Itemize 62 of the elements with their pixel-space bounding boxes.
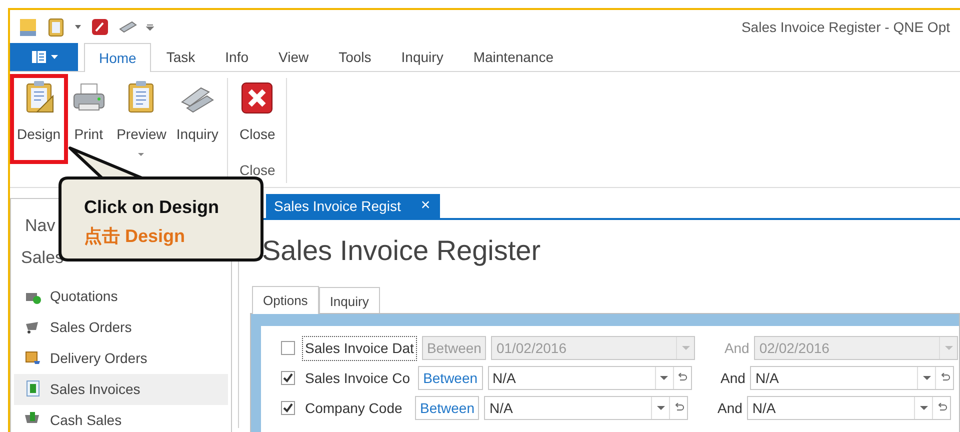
ribbon-tab[interactable]: View bbox=[264, 43, 324, 71]
checkbox[interactable] bbox=[281, 371, 295, 385]
nav-item[interactable]: Delivery Orders bbox=[14, 342, 228, 374]
ribbon-tab[interactable]: Task bbox=[151, 43, 210, 71]
undo-icon bbox=[674, 403, 684, 413]
ribbon-button[interactable]: Close bbox=[236, 78, 278, 160]
undo-icon bbox=[936, 403, 947, 413]
checkbox[interactable] bbox=[281, 341, 295, 355]
ribbon-tab[interactable]: Tools bbox=[324, 43, 386, 71]
ribbon-tab[interactable]: Home bbox=[84, 43, 152, 72]
ribbon-tab[interactable]: Info bbox=[210, 43, 264, 71]
panel-title: Nav bbox=[25, 216, 56, 235]
filter-label: Sales Invoice Co bbox=[304, 368, 412, 388]
section-header: Sales bbox=[21, 248, 64, 267]
filter-label: Company Code bbox=[304, 398, 404, 418]
page-title: Sales Invoice Register bbox=[262, 234, 542, 268]
and-label: And bbox=[720, 368, 746, 388]
caret-icon bbox=[920, 406, 928, 410]
options-tab[interactable]: Options bbox=[252, 286, 319, 314]
caret-icon bbox=[50, 54, 58, 60]
undo-icon bbox=[940, 373, 950, 383]
caret-icon bbox=[660, 376, 668, 380]
nav-item[interactable]: Cash Sales bbox=[14, 404, 228, 432]
callout-translation: 点击 Design bbox=[84, 225, 186, 248]
nav-item[interactable]: Sales Orders bbox=[14, 312, 228, 342]
document-tab[interactable]: Sales Invoice Regist × bbox=[266, 194, 440, 218]
invoice-icon bbox=[24, 380, 42, 398]
callout-text: Click on Design bbox=[84, 196, 220, 219]
and-label: And bbox=[724, 338, 750, 358]
ribbon-tab[interactable]: Maintenance bbox=[458, 43, 568, 71]
lookup-field[interactable]: N/A bbox=[750, 366, 954, 390]
ribbon-button[interactable]: Design bbox=[14, 78, 64, 160]
options-tab[interactable]: Inquiry bbox=[318, 287, 380, 313]
clipboard-icon[interactable] bbox=[46, 17, 66, 37]
lookup-field[interactable]: N/A bbox=[484, 396, 688, 420]
operator-field[interactable]: Between bbox=[415, 396, 480, 420]
layout-icon bbox=[30, 50, 46, 64]
caret-icon bbox=[682, 346, 690, 350]
close-icon bbox=[239, 80, 276, 116]
nav-item[interactable]: Quotations bbox=[14, 280, 228, 312]
undo-icon bbox=[677, 373, 688, 383]
ribbon-tab[interactable]: Inquiry bbox=[386, 43, 458, 71]
filter-label: Sales Invoice Dat bbox=[302, 336, 417, 360]
ribbon-button[interactable]: Inquiry bbox=[173, 78, 222, 160]
nav-item[interactable]: Sales Invoices bbox=[14, 374, 228, 404]
and-label: And bbox=[717, 398, 742, 418]
lookup-field[interactable]: N/A bbox=[488, 366, 692, 390]
package-icon bbox=[24, 349, 42, 367]
window-title: Sales Invoice Register - QNE Opt bbox=[741, 18, 951, 37]
ribbon-button[interactable]: Preview bbox=[114, 78, 170, 160]
caret-icon bbox=[656, 406, 665, 410]
operator-field[interactable]: Between bbox=[418, 366, 483, 390]
checkbox[interactable] bbox=[281, 401, 295, 415]
caret-icon bbox=[922, 376, 931, 380]
customize-icon[interactable] bbox=[146, 23, 154, 31]
caret-icon bbox=[944, 346, 953, 350]
lookup-field[interactable]: N/A bbox=[747, 396, 952, 420]
group-label: Close bbox=[238, 161, 276, 180]
caret-icon bbox=[138, 153, 144, 157]
caret-icon[interactable] bbox=[74, 23, 82, 31]
app-menu-button[interactable] bbox=[10, 43, 78, 71]
close-button[interactable]: × bbox=[416, 198, 434, 214]
